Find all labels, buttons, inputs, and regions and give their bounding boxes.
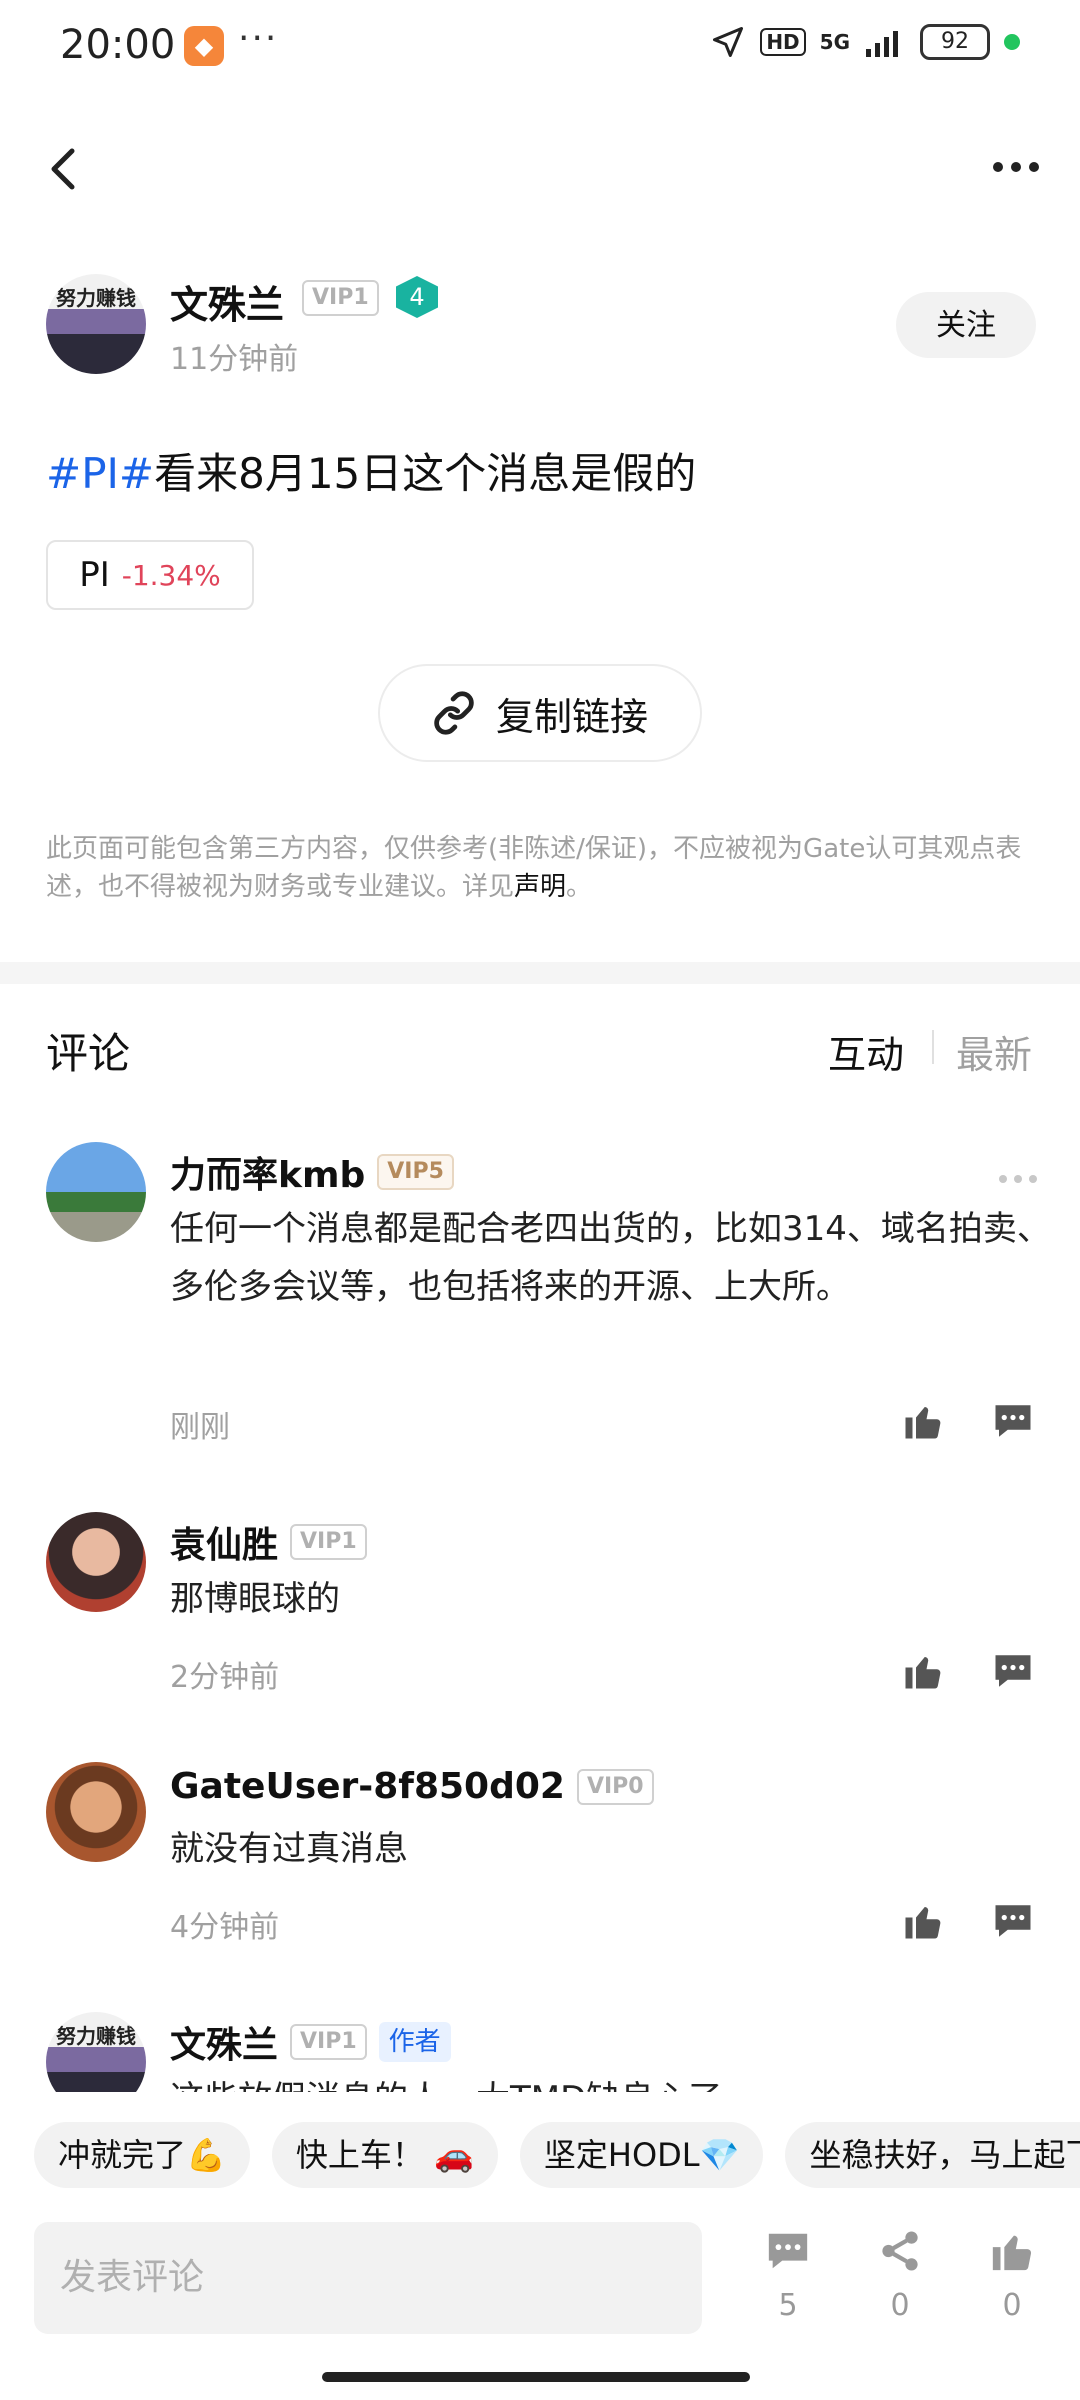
- sort-tab-newest[interactable]: 最新: [956, 1024, 1032, 1079]
- post-hashtag[interactable]: #PI#: [46, 449, 154, 498]
- post-time: 11分钟前: [170, 342, 299, 377]
- comment-header: GateUser-8f850d02 VIP0: [170, 1766, 654, 1807]
- author-tag: 作者: [378, 2022, 451, 2062]
- level-badge: 4: [396, 276, 438, 318]
- sort-tab-interaction[interactable]: 互动: [828, 1024, 904, 1079]
- comment-time: 4分钟前: [170, 1910, 280, 1945]
- vip-badge: VIP1: [302, 280, 379, 316]
- section-divider: [0, 962, 1080, 984]
- commenter-avatar[interactable]: 努力赚钱: [46, 2012, 146, 2092]
- back-button[interactable]: [48, 140, 78, 205]
- share-icon: [882, 2231, 918, 2271]
- comment-header: 袁仙胜 VIP1: [170, 1516, 367, 1568]
- share-button[interactable]: 0: [860, 2228, 940, 2323]
- comment-header: 文殊兰 VIP1 作者: [170, 2016, 451, 2068]
- comment-reply-button[interactable]: [992, 1400, 1034, 1442]
- comment-partial: 努力赚钱 文殊兰 VIP1 作者 这些放假消息的人，大TMD缺良心了: [0, 2000, 1080, 2092]
- author-name[interactable]: 文殊兰: [170, 274, 284, 329]
- network-label: 5G: [819, 30, 850, 54]
- quick-reply-chip[interactable]: 坐稳扶好，马上起飞: [785, 2122, 1080, 2188]
- quick-reply-row: 冲就完了💪 快上车！ 🚗 坚定HODL💎 坐稳扶好，马上起飞: [34, 2122, 1080, 2188]
- comment-like-button[interactable]: [902, 1650, 944, 1692]
- chat-bubble-icon: [995, 1655, 1031, 1687]
- share-count: 0: [890, 2288, 910, 2323]
- quick-reply-chip[interactable]: 坚定HODL💎: [519, 2122, 764, 2188]
- commenter-avatar[interactable]: [46, 1512, 146, 1612]
- comment-like-button[interactable]: [902, 1400, 944, 1442]
- follow-button[interactable]: 关注: [896, 292, 1036, 358]
- comment-header: 力而率kmb VIP5: [170, 1146, 454, 1198]
- battery-indicator: 92: [920, 24, 990, 60]
- more-horizontal-icon: [999, 1175, 1037, 1183]
- comment-time: 2分钟前: [170, 1660, 280, 1695]
- author-avatar[interactable]: 努力赚钱: [46, 274, 146, 374]
- status-right-group: HD 5G 92: [710, 24, 1020, 60]
- disclaimer-link[interactable]: 声明: [514, 872, 566, 902]
- more-options-button[interactable]: [992, 130, 1040, 186]
- status-time: 20:00: [60, 22, 176, 68]
- thumbs-up-icon: [905, 1657, 941, 1689]
- chat-bubble-icon: [768, 2233, 808, 2269]
- coin-chip[interactable]: PI -1.34%: [46, 540, 254, 610]
- quick-reply-chip[interactable]: 快上车！ 🚗: [271, 2122, 498, 2188]
- coin-name: PI: [79, 555, 110, 595]
- avatar-caption: 努力赚钱: [56, 286, 136, 310]
- chevron-left-icon: [51, 148, 75, 190]
- comment-text: 那博眼球的: [170, 1579, 340, 1619]
- like-button[interactable]: 0: [972, 2228, 1052, 2323]
- thumbs-up-icon: [905, 1407, 941, 1439]
- disclaimer-text: 此页面可能包含第三方内容，仅供参考(非陈述/保证)，不应被视为Gate认可其观点…: [46, 830, 1036, 906]
- comments-count-button[interactable]: 5: [748, 2228, 828, 2323]
- comments-count: 5: [778, 2288, 798, 2323]
- comment-input[interactable]: 发表评论: [34, 2222, 702, 2334]
- post-text: 看来8月15日这个消息是假的: [154, 449, 697, 498]
- commenter-avatar[interactable]: [46, 1142, 146, 1242]
- comments-title: 评论: [46, 1029, 131, 1078]
- home-indicator[interactable]: [322, 2372, 750, 2382]
- vip-badge: VIP5: [377, 1154, 454, 1190]
- thumbs-up-icon: [992, 2235, 1032, 2271]
- link-icon: [434, 691, 474, 735]
- disclaimer-end: 。: [566, 872, 593, 902]
- coin-change: -1.34%: [121, 558, 221, 592]
- quick-reply-bar: 冲就完了💪 快上车！ 🚗 坚定HODL💎 坐稳扶好，马上起飞: [0, 2106, 1080, 2202]
- more-horizontal-icon: [993, 162, 1039, 172]
- comment-text: 任何一个消息都是配合老四出货的，比如314、域名拍卖、多伦多会议等，也包括将来的…: [170, 1209, 1051, 1307]
- post-content: #PI#看来8月15日这个消息是假的: [46, 440, 696, 501]
- signal-icon: [866, 31, 898, 57]
- vip-badge: VIP0: [576, 1768, 654, 1805]
- comment-reply-button[interactable]: [992, 1650, 1034, 1692]
- vip-badge: VIP1: [290, 1524, 367, 1560]
- comment-reply-button[interactable]: [992, 1900, 1034, 1942]
- status-more-dots: ···: [238, 18, 279, 59]
- comment-more-button[interactable]: [998, 1148, 1038, 1194]
- comment-text: 这些放假消息的人，大TMD缺良心了: [170, 2070, 1070, 2092]
- comment-time: 刚刚: [170, 1410, 230, 1445]
- chat-bubble-icon: [995, 1905, 1031, 1937]
- commenter-name[interactable]: GateUser-8f850d02: [170, 1766, 565, 1807]
- quick-reply-chip[interactable]: 冲就完了💪: [34, 2122, 250, 2188]
- like-count: 0: [1002, 2288, 1022, 2323]
- vip-badge: VIP1: [290, 2024, 367, 2060]
- copy-link-label: 复制链接: [495, 694, 648, 739]
- status-bar: 20:00 ◆ ··· HD 5G 92: [0, 0, 1080, 96]
- chat-bubble-icon: [995, 1405, 1031, 1437]
- commenter-name[interactable]: 文殊兰: [170, 2016, 278, 2068]
- avatar-caption: 努力赚钱: [56, 2024, 136, 2048]
- hd-badge: HD: [760, 28, 806, 56]
- sort-divider: [932, 1030, 934, 1064]
- commenter-name[interactable]: 力而率kmb: [170, 1146, 365, 1198]
- commenter-name[interactable]: 袁仙胜: [170, 1516, 278, 1568]
- location-arrow-icon: [713, 27, 744, 57]
- thumbs-up-icon: [905, 1907, 941, 1939]
- comment-like-button[interactable]: [902, 1900, 944, 1942]
- privacy-indicator-dot: [1004, 34, 1020, 50]
- commenter-avatar[interactable]: [46, 1762, 146, 1862]
- comment-text: 就没有过真消息: [170, 1829, 408, 1869]
- copy-link-button[interactable]: 复制链接: [378, 664, 702, 762]
- shopping-app-icon: ◆: [184, 26, 224, 66]
